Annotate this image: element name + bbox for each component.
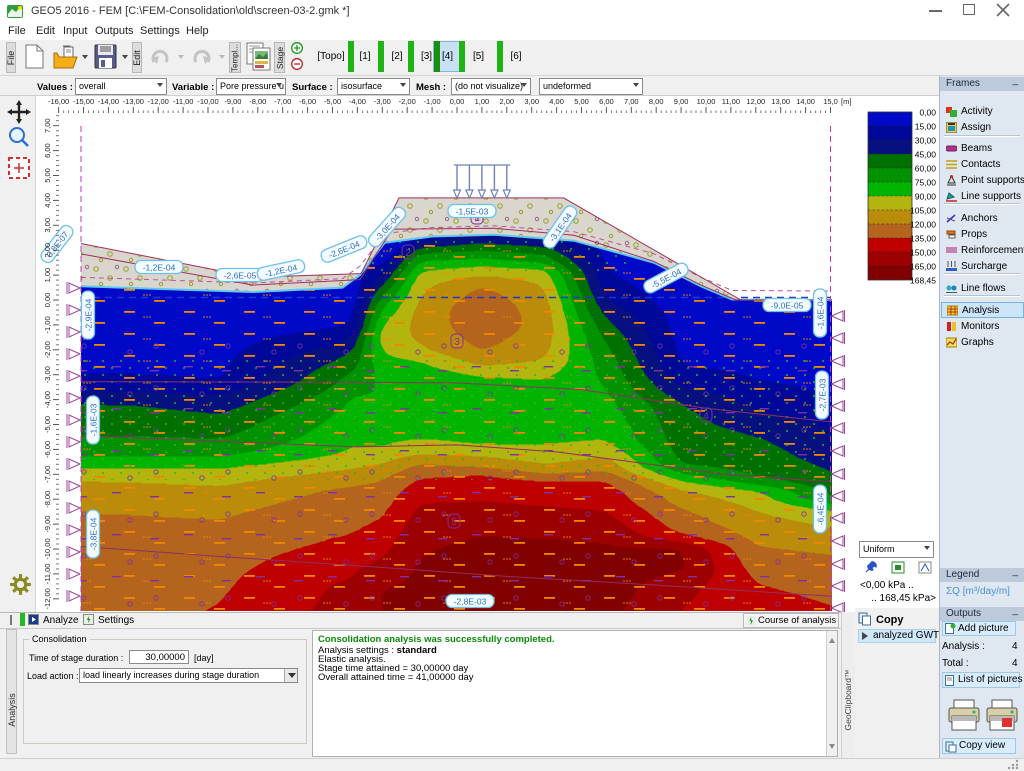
- svg-text:-6,4E-04: -6,4E-04: [816, 492, 826, 525]
- svg-text:150,00: 150,00: [910, 248, 936, 258]
- svg-text:-5,00: -5,00: [324, 97, 341, 106]
- svg-text:4,00: 4,00: [549, 97, 564, 106]
- svg-text:-1,5E-03: -1,5E-03: [456, 207, 489, 217]
- svg-text:-1,6E-04: -1,6E-04: [816, 296, 826, 329]
- svg-text:14,00: 14,00: [796, 97, 815, 106]
- svg-text:-1,2E-04: -1,2E-04: [143, 263, 176, 273]
- svg-text:45,00: 45,00: [915, 150, 937, 160]
- svg-text:8,00: 8,00: [649, 97, 664, 106]
- svg-text:75,00: 75,00: [915, 178, 937, 188]
- svg-text:13,00: 13,00: [771, 97, 790, 106]
- svg-text:1,00: 1,00: [475, 97, 490, 106]
- svg-text:168,45: 168,45: [910, 276, 936, 286]
- svg-text:-4,00: -4,00: [349, 97, 366, 106]
- svg-text:-2,8E-03: -2,8E-03: [454, 597, 487, 607]
- svg-text:-7,00: -7,00: [43, 466, 52, 483]
- svg-text:30,00: 30,00: [915, 136, 937, 146]
- svg-text:9,00: 9,00: [674, 97, 689, 106]
- svg-text:15,0: 15,0: [823, 97, 838, 106]
- svg-text:-14,00: -14,00: [98, 97, 119, 106]
- svg-text:3,00: 3,00: [43, 218, 52, 233]
- svg-text:-2,6E-05: -2,6E-05: [224, 271, 257, 281]
- svg-text:-12,00: -12,00: [148, 97, 169, 106]
- svg-text:2,00: 2,00: [43, 243, 52, 258]
- svg-text:10,00: 10,00: [697, 97, 716, 106]
- svg-text:2: 2: [405, 248, 411, 259]
- svg-text:-8,00: -8,00: [43, 491, 52, 508]
- svg-text:-11,00: -11,00: [173, 97, 194, 106]
- svg-text:5,00: 5,00: [43, 168, 52, 183]
- svg-text:-3,00: -3,00: [374, 97, 391, 106]
- svg-text:-2,00: -2,00: [399, 97, 416, 106]
- svg-text:-10,00: -10,00: [197, 97, 218, 106]
- svg-text:-4,00: -4,00: [43, 391, 52, 408]
- svg-text:-15,00: -15,00: [73, 97, 94, 106]
- svg-text:-2,7E-03: -2,7E-03: [818, 378, 828, 411]
- svg-text:1,00: 1,00: [43, 268, 52, 283]
- svg-text:-8,00: -8,00: [249, 97, 266, 106]
- svg-text:7,00: 7,00: [43, 118, 52, 133]
- svg-text:4,00: 4,00: [43, 193, 52, 208]
- svg-text:3: 3: [454, 337, 460, 348]
- svg-text:-9,00: -9,00: [43, 516, 52, 533]
- svg-text:-11,00: -11,00: [43, 564, 52, 585]
- svg-text:6,00: 6,00: [43, 143, 52, 158]
- svg-text:-9,00: -9,00: [224, 97, 241, 106]
- svg-text:[m]: [m]: [841, 97, 851, 106]
- svg-text:135,00: 135,00: [910, 234, 936, 244]
- svg-text:0,00: 0,00: [450, 97, 465, 106]
- svg-text:-6,00: -6,00: [43, 441, 52, 458]
- svg-text:6,00: 6,00: [599, 97, 614, 106]
- svg-text:7,00: 7,00: [624, 97, 639, 106]
- svg-text:-5,00: -5,00: [43, 416, 52, 433]
- svg-text:-10,00: -10,00: [43, 538, 52, 559]
- svg-text:-9,0E-05: -9,0E-05: [771, 301, 804, 311]
- svg-text:-1,00: -1,00: [424, 97, 441, 106]
- svg-text:-13,00: -13,00: [123, 97, 144, 106]
- svg-text:-16,00: -16,00: [48, 97, 69, 106]
- svg-text:0,00: 0,00: [43, 293, 52, 308]
- svg-text:-6,00: -6,00: [299, 97, 316, 106]
- svg-text:2,00: 2,00: [499, 97, 514, 106]
- svg-text:-7,00: -7,00: [274, 97, 291, 106]
- svg-text:-3,8E-04: -3,8E-04: [89, 517, 99, 550]
- svg-text:-1,00: -1,00: [43, 316, 52, 333]
- svg-text:-2,00: -2,00: [43, 341, 52, 358]
- svg-text:-3,00: -3,00: [43, 366, 52, 383]
- svg-text:90,00: 90,00: [915, 192, 937, 202]
- svg-text:15,00: 15,00: [915, 122, 937, 132]
- svg-text:60,00: 60,00: [915, 164, 937, 174]
- svg-text:5,00: 5,00: [574, 97, 589, 106]
- svg-text:165,00: 165,00: [910, 262, 936, 272]
- svg-text:5: 5: [451, 517, 457, 528]
- svg-text:3,00: 3,00: [524, 97, 539, 106]
- svg-text:0,00: 0,00: [919, 108, 936, 118]
- svg-text:-1,6E-03: -1,6E-03: [89, 403, 99, 436]
- svg-text:12,00: 12,00: [746, 97, 765, 106]
- svg-text:120,00: 120,00: [910, 220, 936, 230]
- svg-text:4: 4: [703, 411, 709, 422]
- svg-text:-12,00: -12,00: [43, 588, 52, 609]
- svg-text:-2,9E-04: -2,9E-04: [84, 298, 94, 331]
- svg-text:105,00: 105,00: [910, 206, 936, 216]
- svg-text:11,00: 11,00: [722, 97, 740, 106]
